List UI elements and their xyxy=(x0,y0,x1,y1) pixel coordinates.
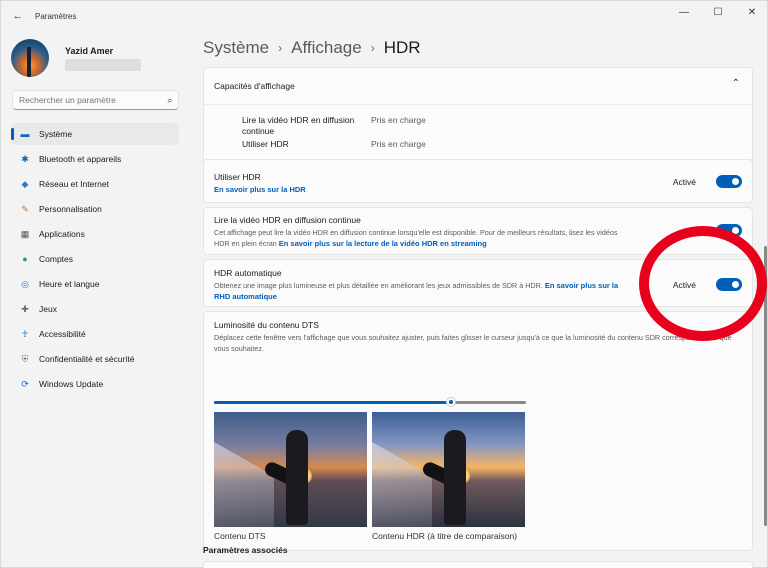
sidebar-nav: ▬ Système ✱ Bluetooth et appareils ◆ Rés… xyxy=(11,123,179,398)
sdr-preview-label: Contenu DTS xyxy=(214,531,266,541)
apps-icon: ▦ xyxy=(20,228,30,239)
search-input[interactable] xyxy=(19,95,162,105)
accessibility-icon: ☥ xyxy=(21,328,29,339)
minimize-button[interactable]: — xyxy=(667,1,701,23)
capabilities-title: Capacités d'affichage xyxy=(214,81,295,91)
chevron-right-icon: › xyxy=(370,41,375,55)
title-bar: ← Paramètres — ☐ ✕ xyxy=(1,1,768,31)
settings-window: ← Paramètres — ☐ ✕ Yazid Amer ⌕ ▬ Systèm… xyxy=(0,0,768,568)
close-button[interactable]: ✕ xyxy=(735,1,768,23)
use-hdr-card: Utiliser HDR En savoir plus sur la HDR A… xyxy=(203,159,753,203)
app-title: Paramètres xyxy=(35,11,77,21)
gamepad-icon: ✚ xyxy=(21,303,29,314)
sidebar-item-privacy[interactable]: ⛨ Confidentialité et sécurité xyxy=(11,348,179,370)
sidebar-item-windows-update[interactable]: ⟳ Windows Update xyxy=(11,373,179,395)
sidebar-item-label: Applications xyxy=(39,229,85,239)
hdr-preview-label: Contenu HDR (à titre de comparaison) xyxy=(372,531,518,541)
sidebar-item-label: Heure et langue xyxy=(39,279,100,289)
user-name: Yazid Amer xyxy=(65,45,114,56)
sidebar-item-label: Réseau et Internet xyxy=(39,179,109,189)
breadcrumb: Système › Affichage › HDR xyxy=(203,38,421,58)
system-icon: ▬ xyxy=(20,129,30,139)
update-icon: ⟳ xyxy=(21,378,29,389)
slider-thumb[interactable] xyxy=(446,397,457,407)
sidebar-item-gaming[interactable]: ✚ Jeux xyxy=(11,298,179,320)
sdr-brightness-title: Luminosité du contenu DTS xyxy=(214,320,319,330)
sidebar-item-label: Système xyxy=(39,129,73,139)
auto-hdr-title: HDR automatique xyxy=(214,268,282,278)
capabilities-header[interactable]: Capacités d'affichage ⌃ xyxy=(204,68,752,105)
sidebar-item-personalization[interactable]: ✎ Personnalisation xyxy=(11,198,179,220)
auto-hdr-description: Obtenez une image plus lumineuse et plus… xyxy=(214,280,634,302)
breadcrumb-system[interactable]: Système xyxy=(203,38,269,58)
sidebar-item-label: Personnalisation xyxy=(39,204,102,214)
sidebar-item-bluetooth[interactable]: ✱ Bluetooth et appareils xyxy=(11,148,179,170)
related-settings-title: Paramètres associés xyxy=(203,545,288,555)
use-hdr-toggle[interactable] xyxy=(716,175,742,188)
avatar xyxy=(11,39,49,77)
person-silhouette xyxy=(444,430,466,525)
account-icon: ● xyxy=(22,254,28,264)
sdr-preview-image xyxy=(214,412,367,527)
chevron-right-icon: › xyxy=(278,41,283,55)
hdr-learn-more-link[interactable]: En savoir plus sur la HDR xyxy=(214,185,306,194)
related-settings-card xyxy=(203,561,753,568)
person-silhouette xyxy=(286,430,308,525)
back-button[interactable]: ← xyxy=(5,3,31,29)
streaming-learn-more-link[interactable]: En savoir plus sur la lecture de la vidé… xyxy=(279,239,487,248)
wifi-icon: ◆ xyxy=(21,178,29,189)
sidebar-item-label: Confidentialité et sécurité xyxy=(39,354,135,364)
use-hdr-title: Utiliser HDR xyxy=(214,172,261,182)
maximize-button[interactable]: ☐ xyxy=(701,1,735,23)
back-arrow-icon: ← xyxy=(12,10,24,22)
sdr-brightness-slider[interactable] xyxy=(214,397,526,407)
capability-hdr-value: Pris en charge xyxy=(371,139,426,149)
sdr-brightness-description: Déplacez cette fenêtre vers l'affichage … xyxy=(214,333,732,353)
sidebar-item-apps[interactable]: ▦ Applications xyxy=(11,223,179,245)
sidebar-item-label: Accessibilité xyxy=(39,329,86,339)
shield-icon: ⛨ xyxy=(21,353,29,364)
sidebar-item-accessibility[interactable]: ☥ Accessibilité xyxy=(11,323,179,345)
user-info: Yazid Amer xyxy=(65,46,141,71)
railing-shape xyxy=(372,442,432,527)
breadcrumb-display[interactable]: Affichage xyxy=(291,38,362,58)
user-profile[interactable]: Yazid Amer xyxy=(11,39,141,77)
slider-fill xyxy=(214,401,452,404)
sidebar-item-accounts[interactable]: ● Comptes xyxy=(11,248,179,270)
window-controls: — ☐ ✕ xyxy=(667,1,768,23)
streaming-title: Lire la vidéo HDR en diffusion continue xyxy=(214,215,361,225)
sidebar-item-network[interactable]: ◆ Réseau et Internet xyxy=(11,173,179,195)
capability-streaming-value: Pris en charge xyxy=(371,115,426,125)
sidebar-item-label: Comptes xyxy=(39,254,74,264)
annotation-circle xyxy=(639,226,767,341)
sidebar-item-label: Windows Update xyxy=(39,379,104,389)
search-icon[interactable]: ⌕ xyxy=(162,95,178,106)
railing-shape xyxy=(214,442,274,527)
bluetooth-icon: ✱ xyxy=(21,153,29,164)
hdr-preview-image xyxy=(372,412,525,527)
search-box[interactable]: ⌕ xyxy=(12,90,179,110)
sidebar-item-label: Bluetooth et appareils xyxy=(39,154,122,164)
user-email-redacted xyxy=(65,58,141,71)
sidebar-item-system[interactable]: ▬ Système xyxy=(11,123,179,145)
chevron-up-icon[interactable]: ⌃ xyxy=(732,78,740,89)
sidebar-item-label: Jeux xyxy=(39,304,57,314)
capability-streaming-label: Lire la vidéo HDR en diffusion continue xyxy=(242,115,355,136)
globe-clock-icon: ◎ xyxy=(21,278,29,289)
page-title: HDR xyxy=(383,38,421,57)
auto-hdr-desc-text: Obtenez une image plus lumineuse et plus… xyxy=(214,281,543,290)
capability-hdr-label: Utiliser HDR xyxy=(242,139,289,149)
use-hdr-toggle-wrap: Activé xyxy=(673,175,742,188)
streaming-description: Cet affichage peut lire la vidéo HDR en … xyxy=(214,227,624,249)
sidebar: Yazid Amer ⌕ ▬ Système ✱ Bluetooth et ap… xyxy=(1,31,191,568)
use-hdr-state: Activé xyxy=(672,176,696,187)
sidebar-item-time-language[interactable]: ◎ Heure et langue xyxy=(11,273,179,295)
sdr-brightness-card: Luminosité du contenu DTS Déplacez cette… xyxy=(203,311,753,551)
brush-icon: ✎ xyxy=(21,203,29,214)
